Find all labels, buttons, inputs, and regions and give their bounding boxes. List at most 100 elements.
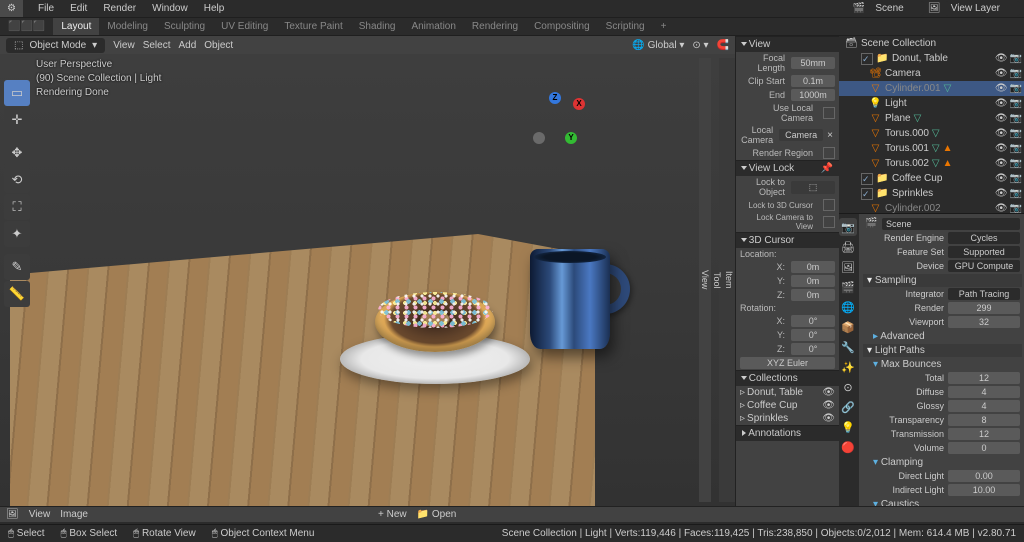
- tool-measure[interactable]: 📏: [4, 281, 30, 307]
- render-icon[interactable]: 📷: [1010, 113, 1022, 124]
- eye-icon[interactable]: 👁: [995, 188, 1008, 199]
- col-donut[interactable]: ▹Donut, Table👁: [736, 386, 839, 399]
- eye-icon[interactable]: 👁: [995, 53, 1008, 64]
- ws-uv[interactable]: UV Editing: [213, 18, 276, 35]
- end-input[interactable]: 1000m: [791, 89, 835, 101]
- eye-icon[interactable]: 👁: [995, 143, 1008, 154]
- axis-neg[interactable]: [533, 132, 545, 144]
- direct[interactable]: 0.00: [948, 470, 1020, 482]
- render-icon[interactable]: 📷: [1010, 98, 1022, 109]
- pivot-select[interactable]: ⊙ ▾: [692, 40, 708, 51]
- tool-cursor[interactable]: ✛: [4, 107, 30, 133]
- editor-type-icon[interactable]: 🖼: [6, 509, 19, 520]
- eye-icon[interactable]: 👁: [822, 400, 835, 411]
- ptab-layers[interactable]: 🖼: [839, 258, 857, 276]
- menu-help[interactable]: Help: [197, 0, 232, 17]
- view-lock-header[interactable]: View Lock📌: [736, 160, 839, 176]
- outliner-item-torus-000[interactable]: ▽Torus.000 ▽👁 📷: [839, 126, 1024, 141]
- ptab-particle[interactable]: ✨: [839, 358, 857, 376]
- eye-icon[interactable]: 👁: [822, 413, 835, 424]
- tool-annotate[interactable]: ✎: [4, 254, 30, 280]
- integrator[interactable]: Path Tracing: [948, 288, 1020, 300]
- outliner-item-torus-001[interactable]: ▽Torus.001 ▽ ▲👁 📷: [839, 141, 1024, 156]
- ptab-world[interactable]: 🌐: [839, 298, 857, 316]
- ntab-item[interactable]: Item: [723, 58, 735, 502]
- rot-x[interactable]: 0°: [791, 315, 835, 327]
- ws-icon-row[interactable]: ⬛⬛⬛: [0, 18, 53, 35]
- maxbounces-header[interactable]: ▾ Max Bounces: [863, 358, 1022, 371]
- clamping-header[interactable]: ▾ Clamping: [863, 456, 1022, 469]
- volume[interactable]: 0: [948, 442, 1020, 454]
- ws-script[interactable]: Scripting: [598, 18, 653, 35]
- render-icon[interactable]: 📷: [1010, 203, 1022, 214]
- orient-select[interactable]: 🌐 Global ▾: [632, 40, 684, 51]
- clear-icon[interactable]: ×: [825, 130, 835, 141]
- render-icon[interactable]: 📷: [1010, 83, 1022, 94]
- ptab-output[interactable]: 🖨: [839, 238, 857, 256]
- glossy[interactable]: 4: [948, 400, 1020, 412]
- focal-input[interactable]: 50mm: [791, 57, 835, 69]
- cursor-header[interactable]: 3D Cursor: [736, 232, 839, 248]
- open-button[interactable]: 📁 Open: [417, 509, 457, 520]
- ws-modeling[interactable]: Modeling: [99, 18, 156, 35]
- rot-z[interactable]: 0°: [791, 343, 835, 355]
- outliner-item-coffee-cup[interactable]: 📁Coffee Cup👁 📷: [839, 171, 1024, 186]
- collection-check[interactable]: [861, 53, 873, 65]
- outliner-item-cylinder-001[interactable]: ▽Cylinder.001 ▽👁 📷: [839, 81, 1024, 96]
- viewport-canvas[interactable]: User Perspective (90) Scene Collection |…: [0, 54, 735, 506]
- render-icon[interactable]: 📷: [1010, 158, 1022, 169]
- ntab-tool[interactable]: Tool: [711, 58, 723, 502]
- ft-image[interactable]: Image: [60, 509, 88, 520]
- lock-cam-check[interactable]: [823, 216, 835, 228]
- menu-file[interactable]: File: [31, 0, 61, 17]
- collection-check[interactable]: [861, 173, 873, 185]
- eye-icon[interactable]: 👁: [995, 98, 1008, 109]
- col-coffee[interactable]: ▹Coffee Cup👁: [736, 399, 839, 412]
- outliner[interactable]: 🗃Scene Collection 📁Donut, Table👁 📷📽Camer…: [839, 36, 1024, 214]
- collection-check[interactable]: [861, 188, 873, 200]
- eye-icon[interactable]: 👁: [995, 83, 1008, 94]
- scene-selector[interactable]: Scene: [869, 1, 923, 16]
- outliner-item-cylinder-002[interactable]: ▽Cylinder.002👁 📷: [839, 201, 1024, 214]
- tool-transform[interactable]: ✦: [4, 221, 30, 247]
- lock-cursor-check[interactable]: [823, 199, 835, 211]
- feature-set[interactable]: Supported: [948, 246, 1020, 258]
- indirect[interactable]: 10.00: [948, 484, 1020, 496]
- rot-y[interactable]: 0°: [791, 329, 835, 341]
- sampling-header[interactable]: ▾ Sampling: [863, 274, 1022, 287]
- ptab-scene[interactable]: 🎬: [839, 278, 857, 296]
- tool-scale[interactable]: ⛶: [4, 194, 30, 220]
- collections-header[interactable]: Collections: [736, 370, 839, 386]
- nav-gizmo[interactable]: X Y Z: [533, 92, 585, 144]
- vp-view[interactable]: View: [113, 40, 135, 51]
- render-icon[interactable]: 📷: [1010, 143, 1022, 154]
- outliner-item-plane[interactable]: ▽Plane ▽👁 📷: [839, 111, 1024, 126]
- ws-texpaint[interactable]: Texture Paint: [276, 18, 350, 35]
- ptab-material[interactable]: 🔴: [839, 438, 857, 456]
- view-panel-header[interactable]: View: [736, 36, 839, 52]
- render-icon[interactable]: 📷: [1010, 68, 1022, 79]
- ws-comp[interactable]: Compositing: [526, 18, 598, 35]
- vp-add[interactable]: Add: [178, 40, 196, 51]
- eye-icon[interactable]: 👁: [995, 68, 1008, 79]
- eye-icon[interactable]: 👁: [995, 113, 1008, 124]
- menu-window[interactable]: Window: [145, 0, 195, 17]
- ptab-modifier[interactable]: 🔧: [839, 338, 857, 356]
- tool-select[interactable]: ▭: [4, 80, 30, 106]
- snap-toggle[interactable]: 🧲: [717, 40, 729, 51]
- transparency[interactable]: 8: [948, 414, 1020, 426]
- outliner-root[interactable]: 🗃Scene Collection: [839, 36, 1024, 51]
- render-icon[interactable]: 📷: [1010, 173, 1022, 184]
- caustics-header[interactable]: ▾ Caustics: [863, 498, 1022, 506]
- new-button[interactable]: + New: [378, 509, 407, 520]
- render-icon[interactable]: 📷: [1010, 53, 1022, 64]
- ws-add[interactable]: +: [653, 18, 675, 35]
- layer-selector[interactable]: View Layer: [945, 1, 1020, 16]
- ws-shading[interactable]: Shading: [351, 18, 404, 35]
- menu-edit[interactable]: Edit: [63, 0, 94, 17]
- loc-z[interactable]: 0m: [791, 289, 835, 301]
- clip-input[interactable]: 0.1m: [791, 75, 835, 87]
- outliner-item-sprinkles[interactable]: 📁Sprinkles👁 📷: [839, 186, 1024, 201]
- local-cam[interactable]: Camera: [779, 129, 823, 141]
- eye-icon[interactable]: 👁: [995, 203, 1008, 214]
